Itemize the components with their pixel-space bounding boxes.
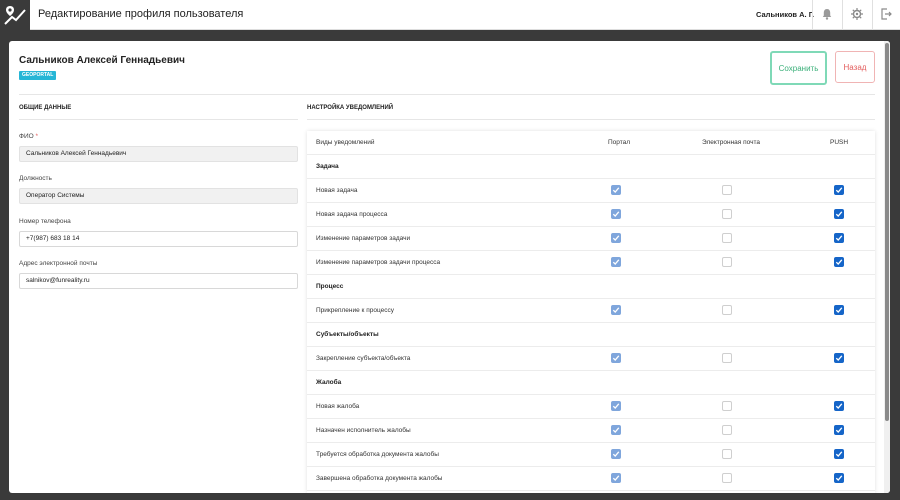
push-checkbox[interactable]	[834, 185, 844, 195]
portal-checkbox	[611, 353, 621, 363]
email-checkbox[interactable]	[722, 185, 732, 195]
email-checkbox[interactable]	[722, 401, 732, 411]
page-title: Редактирование профиля пользователя	[38, 8, 244, 20]
notification-type-label: Назначен исполнитель жалобы	[316, 427, 411, 434]
divider	[842, 0, 843, 30]
position-field[interactable]: Оператор Системы	[19, 188, 298, 204]
push-checkbox[interactable]	[834, 401, 844, 411]
push-checkbox[interactable]	[834, 257, 844, 267]
push-checkbox[interactable]	[834, 305, 844, 315]
position-label: Должность	[19, 175, 52, 182]
save-button[interactable]: Сохранить	[770, 51, 827, 85]
fio-label: ФИО *	[19, 133, 38, 140]
portal-checkbox	[611, 185, 621, 195]
portal-checkbox	[611, 473, 621, 483]
email-checkbox[interactable]	[722, 449, 732, 459]
email-checkbox[interactable]	[722, 233, 732, 243]
phone-label: Номер телефона	[19, 218, 71, 225]
notifications-section-title: НАСТРОЙКА УВЕДОМЛЕНИЙ	[307, 105, 394, 111]
table-row: Требуется обработка документа жалобы	[307, 443, 875, 467]
email-checkbox[interactable]	[722, 305, 732, 315]
table-row: Назначен исполнитель жалобы	[307, 419, 875, 443]
table-row: Завершена обработка документа жалобы	[307, 467, 875, 491]
required-marker: *	[35, 133, 39, 140]
column-header-email: Электронная почта	[702, 139, 761, 146]
push-checkbox[interactable]	[834, 209, 844, 219]
group-label: Субъекты/объекты	[316, 331, 379, 338]
email-field[interactable]: salnikov@funreality.ru	[19, 273, 298, 289]
push-checkbox[interactable]	[834, 473, 844, 483]
phone-field[interactable]: +7(987) 683 18 14	[19, 231, 298, 247]
column-header-portal: Портал	[608, 139, 631, 146]
divider	[19, 119, 298, 120]
top-bar: Редактирование профиля пользователя Саль…	[0, 0, 900, 30]
group-row: Субъекты/объекты	[307, 323, 875, 347]
fio-field[interactable]: Сальников Алексей Геннадьевич	[19, 146, 298, 162]
portal-checkbox	[611, 449, 621, 459]
divider	[19, 94, 875, 95]
email-label: Адрес электронной почты	[19, 260, 98, 267]
table-row: Изменение параметров задачи процесса	[307, 251, 875, 275]
column-header-types: Виды уведомлений	[316, 139, 375, 146]
table-row: Закрепление субъекта/объекта	[307, 347, 875, 371]
group-label: Процесс	[316, 283, 344, 290]
logout-icon[interactable]	[879, 7, 895, 23]
table-row: Новая жалоба	[307, 395, 875, 419]
push-checkbox[interactable]	[834, 233, 844, 243]
email-checkbox[interactable]	[722, 209, 732, 219]
notifications-table: Виды уведомлений Портал Электронная почт…	[307, 131, 875, 493]
push-checkbox[interactable]	[834, 425, 844, 435]
table-row: Новая задача процесса	[307, 203, 875, 227]
notification-type-label: Требуется обработка документа жалобы	[316, 451, 439, 458]
divider	[872, 0, 873, 30]
general-section-title: ОБЩИЕ ДАННЫЕ	[19, 105, 72, 111]
map-pin-logo-icon[interactable]	[0, 0, 30, 30]
email-checkbox[interactable]	[722, 353, 732, 363]
bell-icon[interactable]	[820, 7, 836, 23]
table-header-row: Виды уведомлений Портал Электронная почт…	[307, 131, 875, 155]
portal-checkbox	[611, 305, 621, 315]
back-button[interactable]: Назад	[835, 51, 875, 83]
group-row: Жалоба	[307, 371, 875, 395]
profile-panel: Сальников Алексей Геннадьевич GEOPORTAL …	[9, 41, 890, 493]
portal-checkbox	[611, 209, 621, 219]
scrollbar-thumb[interactable]	[885, 43, 889, 421]
portal-checkbox	[611, 401, 621, 411]
notification-type-label: Закрепление субъекта/объекта	[316, 355, 411, 362]
profile-full-name: Сальников Алексей Геннадьевич	[19, 55, 185, 66]
group-row: Задача	[307, 155, 875, 179]
portal-checkbox	[611, 425, 621, 435]
group-label: Задача	[316, 163, 339, 170]
notification-type-label: Новая задача процесса	[316, 211, 388, 218]
divider	[812, 0, 813, 30]
email-checkbox[interactable]	[722, 473, 732, 483]
portal-checkbox	[611, 233, 621, 243]
notification-type-label: Изменение параметров задачи	[316, 235, 411, 242]
scrollbar[interactable]	[884, 41, 890, 493]
table-row: Прикрепление к процессу	[307, 299, 875, 323]
table-row: Изменение параметров задачи	[307, 227, 875, 251]
portal-checkbox	[611, 257, 621, 267]
notification-type-label: Завершена обработка документа жалобы	[316, 475, 443, 482]
push-checkbox[interactable]	[834, 353, 844, 363]
group-row: Процесс	[307, 275, 875, 299]
notification-type-label: Изменение параметров задачи процесса	[316, 259, 441, 266]
email-checkbox[interactable]	[722, 425, 732, 435]
email-checkbox[interactable]	[722, 257, 732, 267]
current-user-name[interactable]: Сальников А. Г.	[756, 10, 814, 19]
status-badge: GEOPORTAL	[19, 71, 57, 80]
push-checkbox[interactable]	[834, 449, 844, 459]
gear-icon[interactable]	[850, 7, 866, 23]
divider	[307, 119, 875, 120]
table-row: Новая задача	[307, 179, 875, 203]
notification-type-label: Прикрепление к процессу	[316, 307, 394, 314]
column-header-push: PUSH	[830, 139, 849, 146]
fio-label-text: ФИО	[19, 133, 34, 140]
notification-type-label: Новая задача	[316, 187, 358, 194]
group-label: Жалоба	[316, 379, 342, 386]
notification-type-label: Новая жалоба	[316, 403, 360, 410]
